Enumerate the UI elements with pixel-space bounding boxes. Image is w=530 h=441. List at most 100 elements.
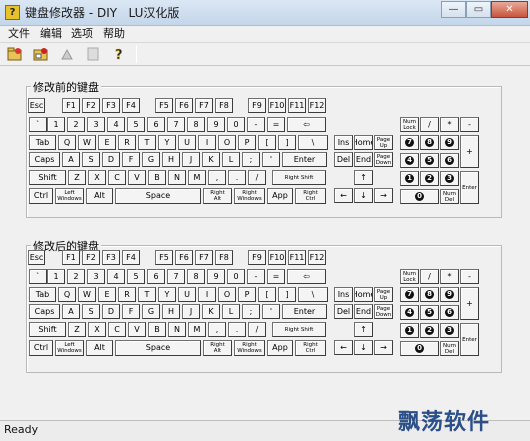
before-key-page-up[interactable]: Page Up — [374, 135, 393, 150]
before-key-4[interactable]: 4 — [107, 117, 125, 132]
after-key-4[interactable]: 4 — [400, 305, 419, 320]
before-key-symbol[interactable]: , — [208, 170, 226, 185]
after-key-symbol[interactable]: . — [228, 322, 246, 337]
before-key-f5[interactable]: F5 — [155, 98, 173, 113]
after-key-ctrl[interactable]: Ctrl — [29, 340, 53, 356]
before-key-home[interactable]: Home — [354, 135, 373, 150]
after-key-g[interactable]: G — [142, 304, 160, 319]
before-key-p[interactable]: P — [238, 135, 256, 150]
after-key-right-alt[interactable]: Right Alt — [203, 340, 232, 356]
after-key-symbol[interactable]: ⇦ — [287, 269, 326, 284]
before-key-g[interactable]: G — [142, 152, 160, 167]
maximize-button[interactable]: ▭ — [466, 1, 491, 18]
after-key-x[interactable]: X — [88, 322, 106, 337]
after-key-f5[interactable]: F5 — [155, 250, 173, 265]
before-key-tab[interactable]: Tab — [29, 135, 56, 150]
before-key-right-ctrl[interactable]: Right Ctrl — [295, 188, 326, 204]
after-key-2[interactable]: 2 — [420, 323, 439, 338]
after-key-symbol[interactable]: → — [374, 340, 393, 355]
after-key-symbol[interactable]: - — [460, 269, 479, 284]
after-key-9[interactable]: 9 — [207, 269, 225, 284]
after-key-symbol[interactable]: \ — [298, 287, 328, 302]
before-key-f12[interactable]: F12 — [308, 98, 326, 113]
after-key-num-del[interactable]: Num Del — [440, 341, 459, 356]
after-key-tab[interactable]: Tab — [29, 287, 56, 302]
after-key-num-lock[interactable]: Num Lock — [400, 269, 419, 284]
after-key-symbol[interactable]: ` — [29, 269, 47, 284]
after-key-f10[interactable]: F10 — [268, 250, 286, 265]
before-key-ctrl[interactable]: Ctrl — [29, 188, 53, 204]
before-key-h[interactable]: H — [162, 152, 180, 167]
after-key-3[interactable]: 3 — [440, 323, 459, 338]
after-key-1[interactable]: 1 — [47, 269, 65, 284]
before-key-0[interactable]: 0 — [227, 117, 245, 132]
after-key-8[interactable]: 8 — [187, 269, 205, 284]
after-key-symbol[interactable]: ↓ — [354, 340, 373, 355]
after-key-i[interactable]: I — [198, 287, 216, 302]
before-key-enter[interactable]: Enter — [460, 171, 479, 204]
before-key-end[interactable]: End — [354, 152, 373, 167]
after-key-f9[interactable]: F9 — [248, 250, 266, 265]
after-key-esc[interactable]: Esc — [28, 250, 45, 265]
before-key-f1[interactable]: F1 — [62, 98, 80, 113]
before-key-3[interactable]: 3 — [87, 117, 105, 132]
run-button[interactable] — [56, 44, 78, 64]
before-key-8[interactable]: 8 — [187, 117, 205, 132]
open-button[interactable] — [4, 44, 26, 64]
before-key-j[interactable]: J — [182, 152, 200, 167]
before-key-b[interactable]: B — [148, 170, 166, 185]
before-key-f7[interactable]: F7 — [195, 98, 213, 113]
after-key-end[interactable]: End — [354, 304, 373, 319]
after-key-f3[interactable]: F3 — [102, 250, 120, 265]
after-key-2[interactable]: 2 — [67, 269, 85, 284]
before-key-q[interactable]: Q — [58, 135, 76, 150]
before-key-symbol[interactable]: ↑ — [354, 170, 373, 185]
after-key-del[interactable]: Del — [334, 304, 353, 319]
before-key-space[interactable]: Space — [115, 188, 201, 204]
before-key-page-down[interactable]: Page Down — [374, 152, 393, 167]
before-key-symbol[interactable]: ' — [262, 152, 280, 167]
before-key-symbol[interactable]: ← — [334, 188, 353, 203]
after-key-6[interactable]: 6 — [147, 269, 165, 284]
after-key-4[interactable]: 4 — [107, 269, 125, 284]
after-key-0[interactable]: 0 — [400, 341, 439, 356]
before-key-right-shift[interactable]: Right Shift — [272, 170, 326, 185]
before-key-7[interactable]: 7 — [167, 117, 185, 132]
after-key-enter[interactable]: Enter — [460, 323, 479, 356]
before-key-f11[interactable]: F11 — [288, 98, 306, 113]
after-key-f4[interactable]: F4 — [122, 250, 140, 265]
after-key-symbol[interactable]: [ — [258, 287, 276, 302]
after-key-right-ctrl[interactable]: Right Ctrl — [295, 340, 326, 356]
before-key-v[interactable]: V — [128, 170, 146, 185]
after-key-left-windows[interactable]: Left Windows — [55, 340, 84, 356]
before-key-num-del[interactable]: Num Del — [440, 189, 459, 204]
before-key-i[interactable]: I — [198, 135, 216, 150]
after-key-space[interactable]: Space — [115, 340, 201, 356]
before-key-9[interactable]: 9 — [440, 135, 459, 150]
after-key-z[interactable]: Z — [68, 322, 86, 337]
before-key-f3[interactable]: F3 — [102, 98, 120, 113]
menu-edit[interactable]: 编辑 — [38, 26, 64, 42]
after-key-f8[interactable]: F8 — [215, 250, 233, 265]
before-key-del[interactable]: Del — [334, 152, 353, 167]
before-key-f6[interactable]: F6 — [175, 98, 193, 113]
after-key-page-up[interactable]: Page Up — [374, 287, 393, 302]
before-key-6[interactable]: 6 — [440, 153, 459, 168]
before-key-3[interactable]: 3 — [440, 171, 459, 186]
after-key-1[interactable]: 1 — [400, 323, 419, 338]
after-key-y[interactable]: Y — [158, 287, 176, 302]
after-key-5[interactable]: 5 — [420, 305, 439, 320]
before-key-u[interactable]: U — [178, 135, 196, 150]
after-key-home[interactable]: Home — [354, 287, 373, 302]
before-key-1[interactable]: 1 — [47, 117, 65, 132]
after-key-s[interactable]: S — [82, 304, 100, 319]
before-key-l[interactable]: L — [222, 152, 240, 167]
after-key-shift[interactable]: Shift — [29, 322, 66, 337]
after-key-symbol[interactable]: ← — [334, 340, 353, 355]
before-key-right-alt[interactable]: Right Alt — [203, 188, 232, 204]
before-key-6[interactable]: 6 — [147, 117, 165, 132]
before-key-5[interactable]: 5 — [420, 153, 439, 168]
menu-options[interactable]: 选项 — [69, 26, 95, 42]
before-key-f2[interactable]: F2 — [82, 98, 100, 113]
before-key-symbol[interactable]: ↓ — [354, 188, 373, 203]
